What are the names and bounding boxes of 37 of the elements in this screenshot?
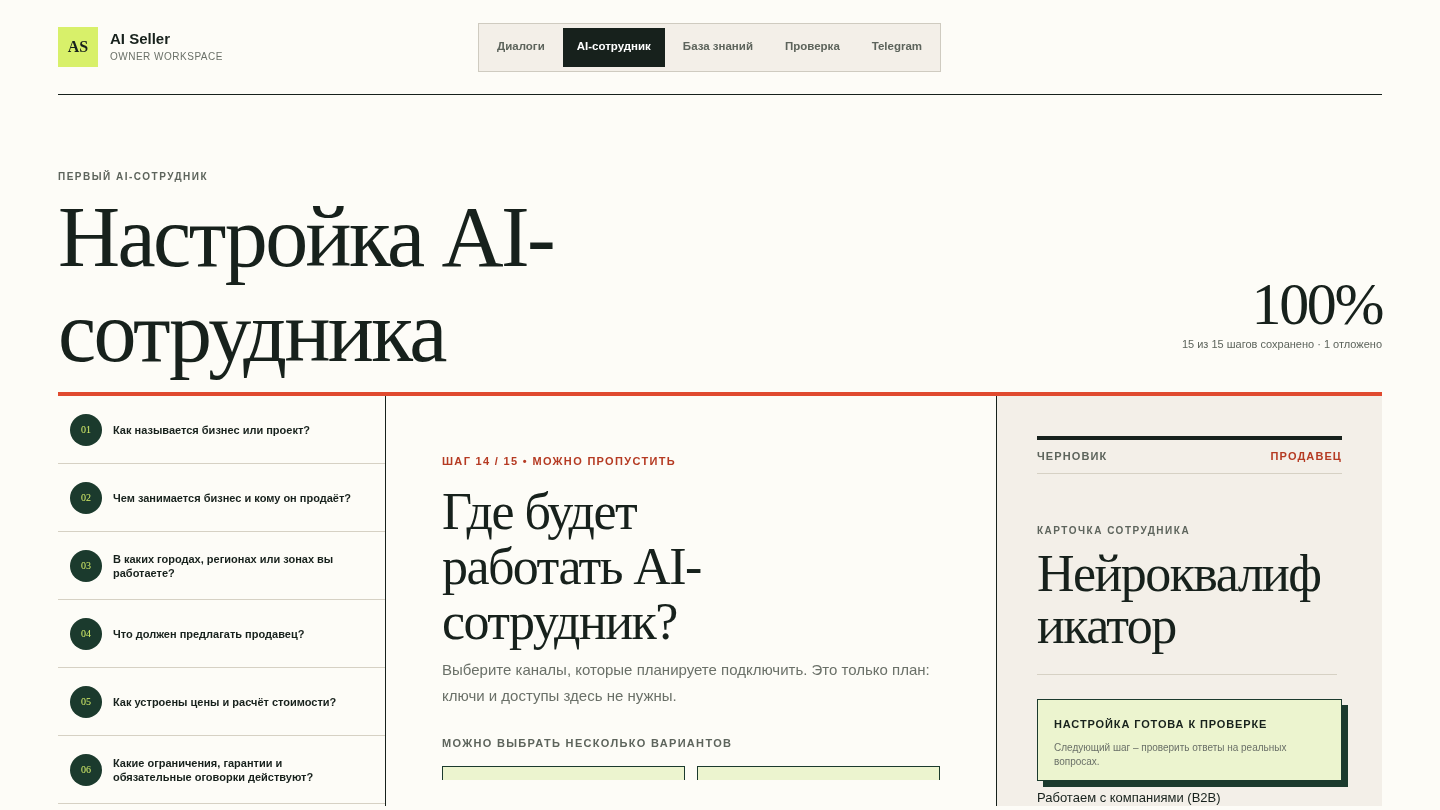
step-question[interactable]: В каких городах, регионах или зонах вы работаете? <box>113 551 363 580</box>
step-question[interactable]: Какие ограничения, гарантии и обязательные оговорки действуют? <box>113 755 363 784</box>
step-number: 06 <box>70 753 102 786</box>
option-card[interactable] <box>697 766 940 780</box>
step-number: 02 <box>70 481 102 514</box>
options-hint: МОЖНО ВЫБРАТЬ НЕСКОЛЬКО ВАРИАНТОВ <box>442 735 734 751</box>
employee-name: Нейроквалификатор <box>1037 548 1337 675</box>
step-question[interactable]: Что должен предлагать продавец? <box>113 626 305 641</box>
step-number: 01 <box>70 413 102 446</box>
status-label: ЧЕРНОВИК <box>1037 449 1108 465</box>
nav-tab[interactable]: Диалоги <box>483 27 559 67</box>
toast-title: НАСТРОЙКА ГОТОВА К ПРОВЕРКЕ <box>1054 717 1269 732</box>
step-question[interactable]: Чем занимается бизнес и кому он продаёт? <box>113 490 352 505</box>
step-question[interactable]: Как называется бизнес или проект? <box>113 422 311 437</box>
step-number: 04 <box>70 617 102 650</box>
nav-tab[interactable]: База знаний <box>668 27 767 67</box>
step-question[interactable]: Как устроены цены и расчёт стоимости? <box>113 694 337 709</box>
option-card[interactable] <box>442 766 685 780</box>
progress-note: 15 из 15 шагов сохранено · 1 отложено <box>1181 336 1382 352</box>
step-label: ШАГ 14 / 15 • МОЖНО ПРОПУСТИТЬ <box>442 454 677 469</box>
brand-subtitle: OWNER WORKSPACE <box>110 50 223 64</box>
step-title: Где будет работать AI-сотрудник? <box>442 483 702 649</box>
step-number: 05 <box>70 685 102 718</box>
card-label: КАРТОЧКА СОТРУДНИКА <box>1037 524 1192 538</box>
step-description: Выберите каналы, которые планируете подключить. Это только план: ключи и доступы здесь не нужны. <box>442 659 931 706</box>
nav-tab[interactable]: Проверка <box>770 27 854 67</box>
logo: AS <box>58 27 98 67</box>
page-title: Настройка AI-сотрудника <box>58 190 555 380</box>
progress-value: 100% <box>1251 275 1382 332</box>
toast-text: Следующий шаг – проверить ответы на реальных вопросах. <box>1054 740 1288 769</box>
audience-text: Работаем с компаниями (B2B) <box>1037 791 1222 805</box>
role-tag: ПРОДАВЕЦ <box>1270 448 1342 465</box>
brand-name: AI Seller <box>110 29 172 49</box>
nav-tab[interactable]: AI-сотрудник <box>562 27 665 67</box>
nav-tab[interactable]: Telegram <box>857 27 937 67</box>
step-number: 03 <box>70 549 102 582</box>
eyebrow-label: ПЕРВЫЙ AI-СОТРУДНИК <box>58 169 210 184</box>
